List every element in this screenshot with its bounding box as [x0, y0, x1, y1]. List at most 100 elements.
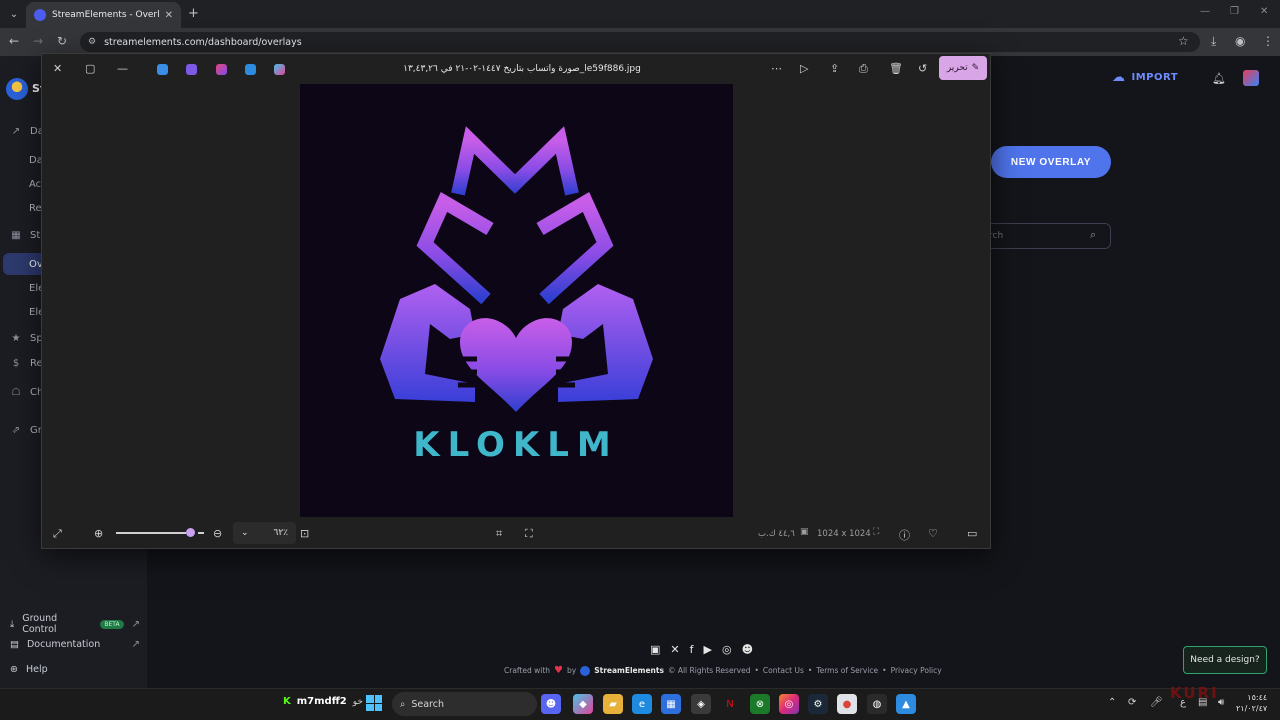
- external-link-icon: ↗: [131, 639, 140, 650]
- more-options-icon[interactable]: ⋯: [771, 62, 782, 75]
- zoom-out-icon[interactable]: ⊖: [213, 527, 222, 540]
- url-field[interactable]: ⚙ streamelements.com/dashboard/overlays: [80, 32, 1200, 52]
- discord-icon[interactable]: ☻: [742, 643, 753, 656]
- tab-search-chevron-icon[interactable]: ⌄: [6, 6, 22, 22]
- layout-icon: ▦: [11, 229, 21, 241]
- minimize-icon[interactable]: —: [1200, 6, 1210, 17]
- profile-icon[interactable]: ◉: [1235, 34, 1245, 48]
- slideshow-icon[interactable]: ▷: [800, 62, 808, 75]
- streamelements-logo-icon[interactable]: [6, 78, 28, 100]
- clipchamp-icon[interactable]: [186, 64, 197, 75]
- print-icon[interactable]: ⎙: [859, 62, 868, 76]
- crop-select-icon[interactable]: ⛶: [525, 527, 533, 541]
- forward-icon[interactable]: →: [33, 34, 43, 48]
- copilot-icon[interactable]: [274, 64, 285, 75]
- taskbar-clock[interactable]: ١٥:٤٤ ٢١/٠٢/٤٧: [1236, 692, 1267, 714]
- fit-to-window-icon[interactable]: ⊡: [300, 527, 309, 540]
- taskbar-search-box[interactable]: ⌕ Search: [392, 692, 537, 716]
- growth-icon: ⇗: [11, 424, 21, 436]
- steam-icon[interactable]: ⚙: [808, 694, 828, 714]
- bookmark-star-icon[interactable]: ☆: [1178, 34, 1189, 48]
- tray-sync-icon[interactable]: ⟳: [1128, 697, 1136, 708]
- close-tab-icon[interactable]: ✕: [165, 10, 173, 21]
- terms-link[interactable]: Terms of Service: [816, 666, 878, 675]
- edit-button[interactable]: تحرير ✎: [939, 56, 987, 80]
- filmstrip-icon[interactable]: ▭: [967, 527, 977, 540]
- kick-now-playing[interactable]: K m7mdff2 خو: [283, 696, 363, 707]
- info-icon[interactable]: ⓘ: [899, 527, 910, 543]
- contact-link[interactable]: Contact Us: [763, 666, 804, 675]
- close-window-icon[interactable]: ✕: [1260, 6, 1268, 17]
- maximize-viewer-icon[interactable]: ▢: [85, 62, 95, 75]
- zoom-level-select[interactable]: ⌄ ٦٢٪: [233, 522, 296, 544]
- discord-app-icon[interactable]: ☻: [541, 694, 561, 714]
- chrome-menu-icon[interactable]: ⋮: [1262, 34, 1274, 48]
- star-icon: ★: [11, 332, 21, 344]
- zoom-slider-thumb[interactable]: [186, 528, 195, 537]
- chrome-icon[interactable]: ●: [837, 694, 857, 714]
- search-icon: ⌕: [400, 698, 406, 710]
- instagram-app-icon[interactable]: ◎: [779, 694, 799, 714]
- reload-icon[interactable]: ↻: [57, 34, 67, 48]
- image-preview[interactable]: KLOKLM: [300, 84, 733, 517]
- language-indicator[interactable]: ع: [1180, 697, 1186, 708]
- downloads-icon[interactable]: ⤓: [1211, 34, 1216, 49]
- instagram-icon[interactable]: ◎: [722, 643, 732, 656]
- url-text: streamelements.com/dashboard/overlays: [104, 36, 302, 48]
- site-info-icon[interactable]: ⚙: [88, 37, 96, 47]
- new-overlay-button[interactable]: NEW OVERLAY: [991, 146, 1111, 178]
- need-design-button[interactable]: Need a design?: [1183, 646, 1267, 674]
- save-size-icon: ▣: [800, 527, 809, 537]
- chevron-down-icon: ⌄: [241, 528, 249, 538]
- delete-icon[interactable]: 🗑︎: [889, 62, 903, 75]
- zoom-in-icon[interactable]: ⊕: [94, 527, 103, 540]
- twitch-icon[interactable]: ▣: [650, 643, 660, 656]
- dimensions-icon: ⛶: [873, 527, 880, 537]
- documentation-link[interactable]: ▤ Documentation ↗: [10, 639, 140, 650]
- restore-icon[interactable]: ❐: [1230, 6, 1239, 17]
- avatar[interactable]: [1243, 70, 1259, 86]
- back-icon[interactable]: ←: [9, 34, 19, 48]
- start-button[interactable]: [366, 695, 382, 711]
- tray-overflow-icon[interactable]: ⌃: [1108, 697, 1116, 708]
- photos-icon[interactable]: [245, 64, 256, 75]
- social-links: ▣ ✕ f ▶ ◎ ☻: [650, 643, 753, 656]
- bell-icon[interactable]: 🔔︎: [1212, 72, 1226, 85]
- doc-icon: ▤: [10, 639, 19, 650]
- facebook-icon[interactable]: f: [690, 643, 694, 656]
- visual-search-icon[interactable]: ⌗: [496, 527, 502, 541]
- zoom-slider-track[interactable]: [116, 532, 186, 534]
- volume-icon[interactable]: 🔊︎: [1218, 697, 1224, 708]
- help-link[interactable]: ⊛ Help: [10, 664, 140, 675]
- photos-app-icon[interactable]: ▲: [896, 694, 916, 714]
- fullscreen-icon[interactable]: ⤢: [53, 527, 62, 541]
- close-viewer-icon[interactable]: ✕: [53, 62, 62, 75]
- favorite-heart-icon[interactable]: ♡: [928, 527, 938, 540]
- xbox-icon[interactable]: ⊗: [750, 694, 770, 714]
- minimize-viewer-icon[interactable]: —: [117, 62, 128, 75]
- store-icon[interactable]: ▦: [661, 694, 681, 714]
- youtube-icon[interactable]: ▶: [704, 643, 712, 656]
- copilot-app-icon[interactable]: ◆: [573, 694, 593, 714]
- onedrive-icon[interactable]: [157, 64, 168, 75]
- new-tab-icon[interactable]: +: [188, 6, 199, 21]
- netflix-icon[interactable]: N: [720, 694, 740, 714]
- privacy-link[interactable]: Privacy Policy: [891, 666, 942, 675]
- tray-mic-icon[interactable]: 🎤︎: [1150, 697, 1163, 708]
- search-icon[interactable]: ⌕: [1090, 228, 1096, 242]
- dollar-icon: $: [12, 357, 20, 369]
- unity-icon[interactable]: ◈: [691, 694, 711, 714]
- ground-control-link[interactable]: ⤓ Ground Control BETA ↗: [10, 613, 140, 635]
- github-icon[interactable]: ◍: [867, 694, 887, 714]
- share-icon[interactable]: ⇪: [830, 62, 839, 75]
- edge-icon[interactable]: e: [632, 694, 652, 714]
- file-explorer-icon[interactable]: ▰: [603, 694, 623, 714]
- viewer-bottom-bar: ⤢ ⊕ ⊖ ⌄ ٦٢٪ ⊡ ⌗ ⛶ ٤٤,٦ ك.ب ▣ 1024 x 1024…: [42, 518, 990, 548]
- x-icon[interactable]: ✕: [670, 643, 679, 656]
- network-icon[interactable]: ▤: [1198, 697, 1207, 708]
- rotate-icon[interactable]: ↺: [918, 62, 927, 75]
- browser-tab[interactable]: StreamElements - Overlays ✕: [26, 2, 181, 28]
- photo-viewer-window: ✕ ▢ — صورة واتساب بتاريخ ١٤٤٧-٠٢-٢١ في ١…: [41, 53, 991, 549]
- designer-icon[interactable]: [216, 64, 227, 75]
- import-button[interactable]: ☁ IMPORT: [1112, 70, 1178, 85]
